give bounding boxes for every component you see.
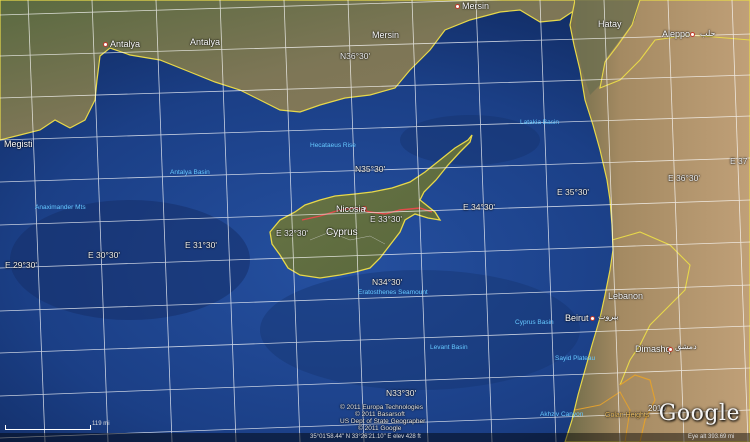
- label-golan: Golan Heights: [605, 412, 650, 419]
- label-hatay: Hatay: [598, 19, 622, 29]
- grid-n33-30: N33°30': [386, 388, 417, 398]
- label-beirut-ar: بيروت: [598, 312, 619, 321]
- attribution-google: © 2011 Google: [358, 425, 402, 432]
- grid-e32-30: E 32°30': [276, 228, 308, 238]
- antalya-marker[interactable]: [103, 42, 108, 47]
- water-antalya-basin: Antalya Basin: [170, 169, 210, 176]
- grid-e31-30: E 31°30': [185, 240, 217, 250]
- grid-n34-30: N34°30': [372, 277, 403, 287]
- label-megisti: Megisti: [4, 139, 33, 149]
- mersin-marker[interactable]: [455, 4, 460, 9]
- label-dimashq-ar: دمشق: [675, 342, 697, 351]
- label-cyprus: Cyprus: [326, 227, 358, 238]
- grid-e33-30: E 33°30': [370, 214, 402, 224]
- water-latakia-basin: Latakia Basin: [520, 119, 560, 126]
- water-cyprus-arc: Hecataeus Rise: [310, 142, 356, 149]
- label-mersin-region: Mersin: [372, 30, 400, 40]
- scale-bar: [5, 425, 91, 430]
- label-beirut[interactable]: Beirut: [565, 314, 589, 323]
- map-view[interactable]: Antalya Antalya Mersin Mersin Hatay Alep…: [0, 0, 750, 442]
- water-levant-basin: Levant Basin: [430, 344, 468, 351]
- label-aleppo[interactable]: Aleppo: [662, 30, 690, 39]
- coordinates-readout: 35°01'58.44" N 33°26'21.10" E elev 428 f…: [310, 434, 421, 440]
- water-cyprus-basin: Cyprus Basin: [515, 319, 554, 326]
- water-eratosthenes: Eratosthenes Seamount: [358, 289, 428, 296]
- grid-e35-30: E 35°30': [557, 187, 589, 197]
- label-aleppo-ar: حلب: [700, 29, 716, 38]
- water-anaximander: Anaximander Mts: [35, 204, 86, 211]
- label-dimashq[interactable]: Dimashq: [635, 345, 671, 354]
- grid-n36-30: N36°30': [340, 51, 371, 61]
- water-sinai: Sayid Plateau: [555, 355, 596, 362]
- label-antalya[interactable]: Antalya: [110, 40, 140, 49]
- label-mersin[interactable]: Mersin: [462, 2, 489, 11]
- aleppo-marker[interactable]: [690, 32, 695, 37]
- water-akhziv: Akhziv Canyon: [540, 411, 584, 418]
- grid-e29-30: E 29°30': [5, 260, 37, 270]
- eye-altitude: Eye alt 393.69 mi: [688, 434, 735, 440]
- google-logo: Google: [658, 401, 740, 426]
- grid-e34-30: E 34°30': [463, 202, 495, 212]
- label-lebanon: Lebanon: [608, 291, 644, 301]
- grid-e37: E 37: [730, 156, 748, 166]
- scale-label: 119 mi: [92, 421, 110, 427]
- beirut-marker[interactable]: [590, 316, 595, 321]
- dimashq-marker[interactable]: [668, 347, 673, 352]
- grid-n35-30: N35°30': [355, 164, 386, 174]
- levant-deep: [260, 270, 580, 390]
- grid-e36-30: E 36°30': [668, 173, 700, 183]
- label-antalya-region: Antalya: [190, 37, 221, 47]
- label-nicosia[interactable]: Nicosia: [336, 205, 366, 214]
- grid-e30-30: E 30°30': [88, 250, 120, 260]
